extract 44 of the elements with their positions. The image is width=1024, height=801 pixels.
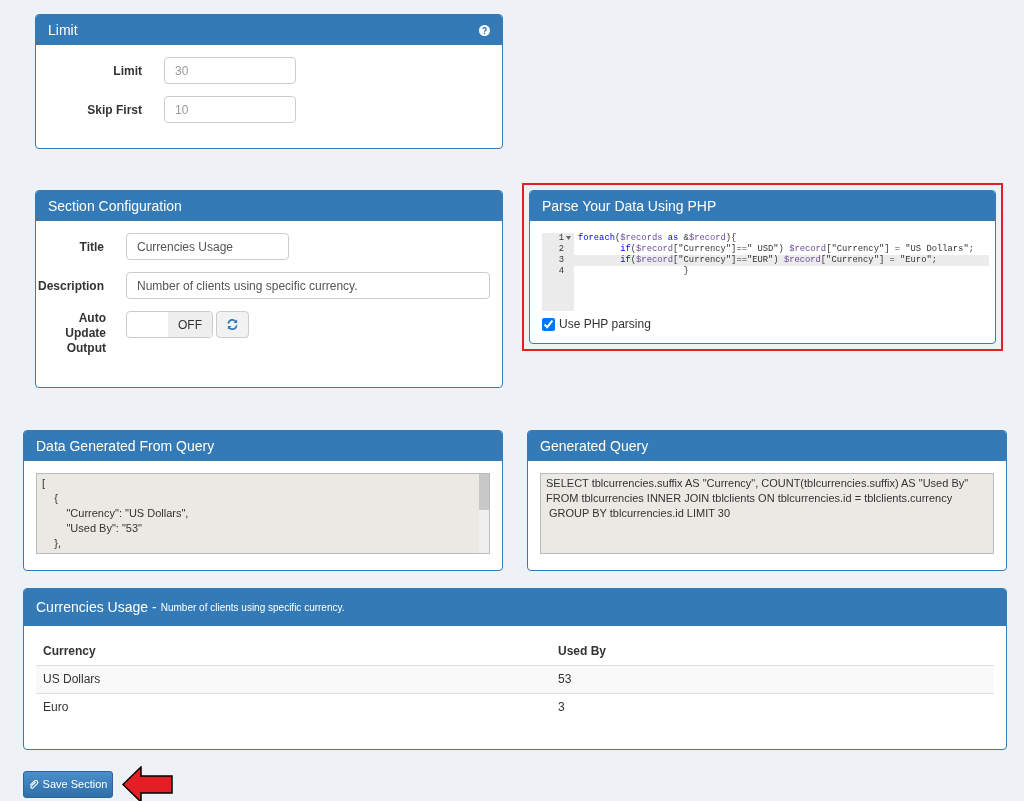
panel-subtitle: Number of clients using specific currency. — [160, 601, 345, 615]
panel-title: Limit — [48, 20, 78, 40]
arrow-icon — [122, 766, 173, 801]
panel-title: Data Generated From Query — [36, 436, 215, 456]
line-number: 3 — [558, 255, 564, 266]
scrollbar[interactable] — [479, 474, 489, 553]
code-line: } — [682, 266, 690, 277]
table-cell: 53 — [551, 665, 994, 693]
panel-title: Generated Query — [540, 436, 649, 456]
table-cell: Euro — [36, 693, 551, 721]
line-number: 4 — [558, 266, 564, 277]
column-header: Used By — [551, 637, 994, 665]
text-area[interactable]: [ { "Currency": "US Dollars", "Used By": "53" }, — [36, 473, 490, 554]
refresh-button[interactable] — [216, 311, 249, 338]
panel-title: Currencies Usage — [36, 598, 149, 617]
checkbox-label: Use PHP parsing — [559, 316, 651, 333]
title-separator: - — [152, 598, 157, 617]
field-label: Auto Update Output — [64, 311, 106, 356]
field-label: Title — [78, 238, 105, 256]
fold-caret-icon[interactable] — [566, 235, 571, 240]
input-field[interactable]: 30 — [164, 57, 296, 84]
input-field[interactable]: 10 — [164, 96, 296, 123]
help-icon[interactable] — [479, 24, 490, 36]
code-line: if($record["Currency"]==" USD") $record["Currency"] = "US Dollars"; — [619, 244, 975, 255]
input-field[interactable]: Currencies Usage — [126, 233, 289, 260]
field-label: Skip First — [86, 101, 143, 119]
code-line: foreach($records as &$record){ — [577, 233, 738, 244]
line-number: 1 — [558, 233, 564, 244]
checkbox[interactable] — [542, 317, 555, 331]
column-header: Currency — [36, 637, 551, 665]
toggle-switch[interactable]: OFF — [126, 311, 213, 338]
table-cell: US Dollars — [36, 665, 551, 693]
table-cell: 3 — [551, 693, 994, 721]
refresh-icon — [226, 318, 239, 331]
input-field[interactable]: Number of clients using specific currency. — [126, 272, 490, 299]
save-button[interactable]: Save Section — [23, 771, 113, 798]
panel-title: Parse Your Data Using PHP — [542, 196, 717, 216]
panel-title: Section Configuration — [48, 196, 182, 216]
field-label: Limit — [112, 62, 143, 80]
line-number: 2 — [558, 244, 564, 255]
paperclip-icon — [28, 779, 39, 790]
text-area[interactable]: SELECT tblcurrencies.suffix AS "Currency", COUNT(tblcurrencies.suffix) AS "Used By" FROM tblcurrencies INNER JOIN tblclients ON tblcurrencies.id = tblclients.currency GROUP BY tblcurrencies.id LIMIT 30 — [540, 473, 994, 554]
code-editor[interactable]: 1 2 3 4 foreach($records as &$record){ if($record["Currency"]==" USD") $record["Currency"] = "US Dollars"; if($record["Currency"]=="EUR") $record["Currency"] = "Euro"; } — [542, 233, 989, 311]
field-label: Description — [37, 277, 105, 295]
